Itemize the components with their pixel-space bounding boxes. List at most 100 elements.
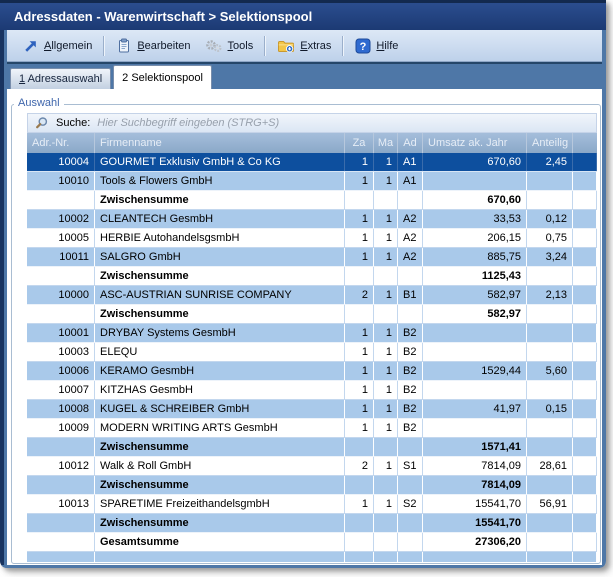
cell-ma: 1: [374, 495, 398, 513]
cell-firmenname: GOURMET Exklusiv GmbH & Co KG: [95, 153, 345, 171]
folder-icon: [277, 38, 295, 54]
table-row[interactable]: 10013SPARETIME FreizeithandelsgmbH11S215…: [27, 495, 597, 514]
tab-selektionspool[interactable]: 2 Selektionspool: [113, 65, 212, 89]
table-row[interactable]: 10000ASC-AUSTRIAN SUNRISE COMPANY21B1582…: [27, 286, 597, 305]
allgemein-button[interactable]: Allgemein: [16, 36, 99, 56]
table-row[interactable]: 10003ELEQU11B2: [27, 343, 597, 362]
cell-za: 1: [345, 362, 374, 380]
cell-umsatz: [423, 343, 527, 361]
extras-button[interactable]: Extras: [270, 36, 338, 56]
content-area: Auswahl Suche: Hier Suchbegriff eingeben…: [7, 89, 602, 565]
cell-firmenname: HERBIE AutohandelsgsmbH: [95, 229, 345, 247]
cell-ad: S1: [398, 457, 423, 475]
cell-umsatz: [423, 324, 527, 342]
tools-button[interactable]: Tools: [198, 36, 261, 56]
cell-firmenname: Zwischensumme: [95, 267, 345, 285]
cell-ad: A1: [398, 153, 423, 171]
cell-adr-nr: 10003: [27, 343, 95, 361]
column-header-firmenname[interactable]: Firmenname: [95, 133, 345, 153]
cell-ma: 1: [374, 229, 398, 247]
bearbeiten-label: Bearbeiten: [137, 40, 190, 52]
cell-za: 1: [345, 153, 374, 171]
column-header-adr-nr[interactable]: Adr.-Nr.: [27, 133, 95, 153]
tab-adressauswahl[interactable]: 1 Adressauswahl: [10, 68, 111, 89]
table-row[interactable]: 10002CLEANTECH GesmbH11A233,530,12: [27, 210, 597, 229]
cell-anteilig: 3,24: [527, 248, 573, 266]
cell-ma: [374, 533, 398, 551]
cell-anteilig: [527, 305, 573, 323]
cell-trailing: [573, 381, 597, 399]
cell-anteilig: [527, 324, 573, 342]
column-header-za[interactable]: Za: [345, 133, 374, 153]
cell-za: 1: [345, 400, 374, 418]
tools-label: Tools: [228, 40, 254, 52]
cell-trailing: [573, 172, 597, 190]
cell-umsatz: [423, 419, 527, 437]
cell-za: 1: [345, 248, 374, 266]
table-row[interactable]: 10008KUGEL & SCHREIBER GmbH11B241,970,15: [27, 400, 597, 419]
cell-za: 1: [345, 210, 374, 228]
empty-row: [27, 552, 597, 562]
cell-anteilig: 28,61: [527, 457, 573, 475]
cell-firmenname: SALGRO GmbH: [95, 248, 345, 266]
cell-za: [345, 533, 374, 551]
cell-trailing: [573, 305, 597, 323]
table-row[interactable]: 10009MODERN WRITING ARTS GesmbH11B2: [27, 419, 597, 438]
cell-ma: 1: [374, 324, 398, 342]
cell-ad: A1: [398, 172, 423, 190]
cell-umsatz: 582,97: [423, 286, 527, 304]
table-row[interactable]: 10007KITZHAS GesmbH11B2: [27, 381, 597, 400]
cell-umsatz: 27306,20: [423, 533, 527, 551]
cell-firmenname: Zwischensumme: [95, 514, 345, 532]
cell-ad: B2: [398, 324, 423, 342]
cell-ma: [374, 514, 398, 532]
cell-ma: 1: [374, 419, 398, 437]
cell-anteilig: [527, 419, 573, 437]
cell-za: 1: [345, 172, 374, 190]
cell-trailing: [573, 267, 597, 285]
cell-adr-nr: 10002: [27, 210, 95, 228]
table-row[interactable]: 10001DRYBAY Systems GesmbH11B2: [27, 324, 597, 343]
cell-firmenname: KUGEL & SCHREIBER GmbH: [95, 400, 345, 418]
table-row[interactable]: 10012Walk & Roll GmbH21S17814,0928,61: [27, 457, 597, 476]
extras-label: Extras: [300, 40, 331, 52]
window-left-border: [0, 0, 7, 568]
cell-trailing: [573, 400, 597, 418]
jump-arrow-icon: [23, 38, 39, 54]
cell-ad: B2: [398, 419, 423, 437]
column-header-ad[interactable]: Ad: [398, 133, 423, 153]
bearbeiten-button[interactable]: Bearbeiten: [109, 36, 197, 56]
app-window: Adressdaten - Warenwirtschaft > Selektio…: [0, 0, 606, 568]
cell-anteilig: 0,75: [527, 229, 573, 247]
cell-firmenname: Gesamtsumme: [95, 533, 345, 551]
cell-adr-nr: [27, 552, 95, 562]
cell-ma: [374, 191, 398, 209]
cell-umsatz: 582,97: [423, 305, 527, 323]
column-header-anteilig[interactable]: Anteilig: [527, 133, 573, 153]
cell-anteilig: [527, 191, 573, 209]
cell-ma: 1: [374, 362, 398, 380]
cell-anteilig: [527, 514, 573, 532]
table-row[interactable]: 10005HERBIE AutohandelsgsmbH11A2206,150,…: [27, 229, 597, 248]
cell-trailing: [573, 514, 597, 532]
hilfe-button[interactable]: ? Hilfe: [348, 36, 405, 56]
cell-firmenname: Zwischensumme: [95, 476, 345, 494]
search-input[interactable]: Suche: Hier Suchbegriff eingeben (STRG+S…: [27, 113, 597, 133]
cell-ma: 1: [374, 210, 398, 228]
cell-ma: [374, 267, 398, 285]
table-row[interactable]: 10004GOURMET Exklusiv GmbH & Co KG11A167…: [27, 153, 597, 172]
column-header-umsatz[interactable]: Umsatz ak. Jahr: [423, 133, 527, 153]
cell-firmenname: Zwischensumme: [95, 438, 345, 456]
column-header-ma[interactable]: Ma: [374, 133, 398, 153]
table-row[interactable]: 10011SALGRO GmbH11A2885,753,24: [27, 248, 597, 267]
cell-adr-nr: [27, 438, 95, 456]
subtotal-row: Zwischensumme1571,41: [27, 438, 597, 457]
cell-ad: [398, 552, 423, 562]
table-row[interactable]: 10006KERAMO GesmbH11B21529,445,60: [27, 362, 597, 381]
cell-umsatz: 1125,43: [423, 267, 527, 285]
cell-adr-nr: 10010: [27, 172, 95, 190]
table-row[interactable]: 10010Tools & Flowers GmbH11A1: [27, 172, 597, 191]
cell-adr-nr: 10012: [27, 457, 95, 475]
cell-ma: 1: [374, 343, 398, 361]
cell-umsatz: [423, 172, 527, 190]
